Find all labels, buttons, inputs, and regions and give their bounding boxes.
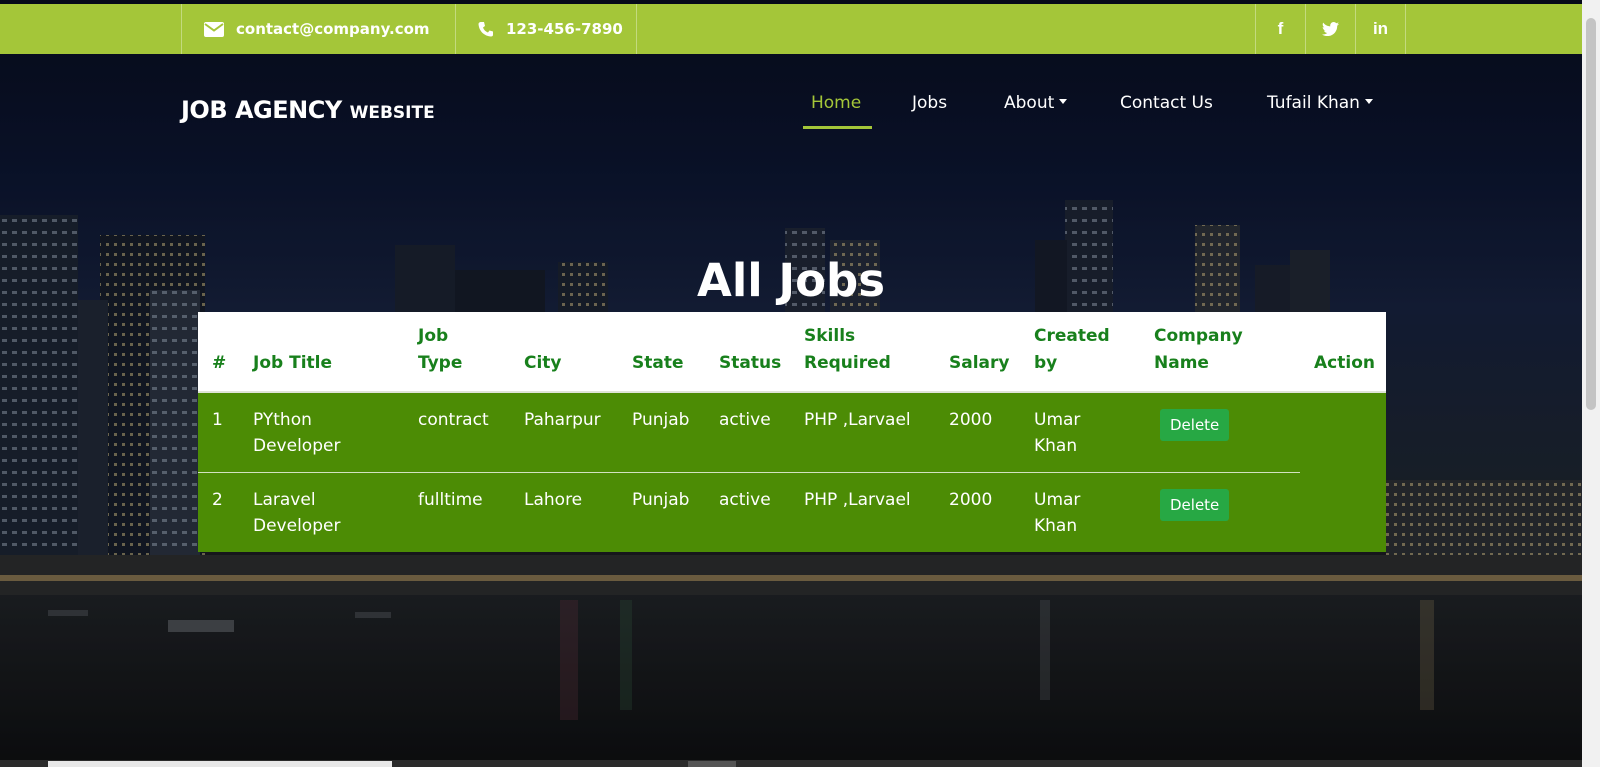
cell-company: Delete <box>1140 472 1300 552</box>
cell-state: Punjab <box>632 489 690 510</box>
nav-about-label: About <box>1004 93 1055 113</box>
cell-state: Punjab <box>618 392 705 473</box>
cell-skills: PHP ,Larvael <box>790 392 935 473</box>
table-row: 1 PYthon Developer contract Paharpur Punj… <box>198 392 1386 473</box>
col-header-created-by: Created by <box>1020 312 1140 393</box>
contact-divider <box>636 4 637 54</box>
horizontal-scrollbar-thumb[interactable] <box>48 761 392 767</box>
col-header-city: City <box>510 312 618 393</box>
brand-main: JOB AGENCY <box>181 96 342 124</box>
facebook-icon[interactable]: f <box>1255 4 1305 54</box>
cell-created-by: Umar Khan <box>1020 392 1140 473</box>
envelope-icon <box>204 21 224 37</box>
col-header-status: Status <box>705 312 790 393</box>
col-header-skills: Skills Required <box>790 312 935 393</box>
nav-jobs[interactable]: Jobs <box>912 93 947 113</box>
vertical-scrollbar[interactable] <box>1582 0 1600 767</box>
cell-company: Delete <box>1140 392 1300 473</box>
phone-icon <box>478 22 493 37</box>
cell-action <box>1300 392 1386 472</box>
cell-job-title: PYthon Developer <box>239 392 404 473</box>
cell-city: Paharpur <box>510 392 618 473</box>
nav-home[interactable]: Home <box>811 93 861 113</box>
vertical-scrollbar-thumb[interactable] <box>1586 18 1596 410</box>
nav-user-dropdown[interactable]: Tufail Khan <box>1267 93 1373 113</box>
cell-status: active <box>705 392 790 473</box>
delete-button[interactable]: Delete <box>1160 409 1230 441</box>
horizontal-scrollbar-segment <box>688 761 736 767</box>
caret-down-icon <box>1364 98 1373 104</box>
cell-skills: PHP ,Larvael <box>804 489 911 510</box>
delete-button[interactable]: Delete <box>1160 488 1230 521</box>
cell-job-type: fulltime <box>418 489 483 510</box>
nav-user-label: Tufail Khan <box>1267 93 1360 113</box>
col-header-job-type: Job Type <box>404 312 510 393</box>
cell-id: 1 <box>198 392 239 473</box>
contact-bar: contact@company.com 123-456-7890 f in <box>0 4 1582 54</box>
col-header-id: # <box>198 312 239 393</box>
cell-status: active <box>719 489 771 510</box>
cell-action <box>1300 472 1386 552</box>
nav-contact[interactable]: Contact Us <box>1120 93 1213 113</box>
email-item[interactable]: contact@company.com <box>181 4 455 54</box>
linkedin-icon[interactable]: in <box>1355 4 1405 54</box>
cell-id: 2 <box>212 489 223 510</box>
nav-active-indicator <box>803 126 872 129</box>
page-title: All Jobs <box>697 254 885 307</box>
jobs-table: # Job Title Job Type City State Status Sk… <box>198 312 1386 552</box>
col-header-action: Action <box>1300 312 1386 393</box>
nav-about-dropdown[interactable]: About <box>1004 93 1068 113</box>
col-header-company: Company Name <box>1140 312 1300 393</box>
cell-city: Lahore <box>524 489 583 510</box>
col-header-salary: Salary <box>935 312 1020 393</box>
caret-down-icon <box>1059 98 1068 104</box>
contact-email[interactable]: contact@company.com <box>236 20 430 38</box>
cell-job-type: contract <box>404 392 510 473</box>
phone-item[interactable]: 123-456-7890 <box>455 4 636 54</box>
brand-sub: WEBSITE <box>349 103 435 123</box>
cell-created-by: Umar Khan <box>1034 489 1081 536</box>
col-header-job-title: Job Title <box>239 312 404 393</box>
social-divider <box>1405 4 1406 54</box>
twitter-icon[interactable] <box>1305 4 1355 54</box>
table-header-row: # Job Title Job Type City State Status Sk… <box>198 312 1386 393</box>
col-header-state: State <box>618 312 705 393</box>
horizontal-scrollbar[interactable] <box>0 760 1582 767</box>
table-row: 2 Laravel Developer fulltime Lahore Punja… <box>198 472 1386 552</box>
cell-salary: 2000 <box>935 392 1020 473</box>
contact-phone[interactable]: 123-456-7890 <box>506 20 623 38</box>
cell-job-title: Laravel Developer <box>253 489 341 536</box>
site-brand[interactable]: JOB AGENCY WEBSITE <box>181 96 435 124</box>
cell-salary: 2000 <box>949 489 993 510</box>
